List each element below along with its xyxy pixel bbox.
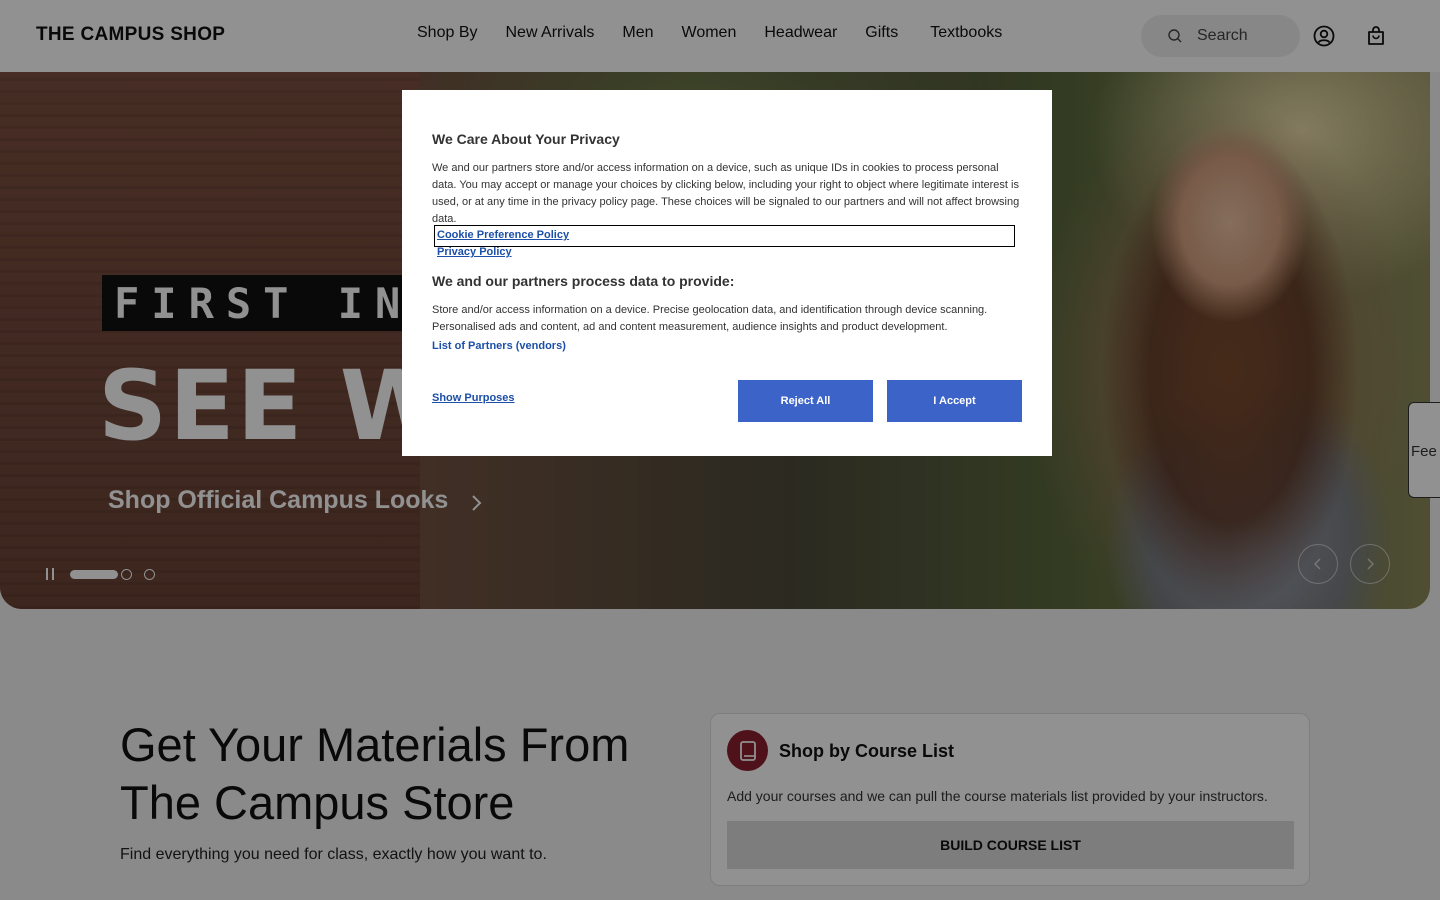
reject-all-button[interactable]: Reject All bbox=[738, 380, 873, 422]
privacy-subtitle: We and our partners process data to prov… bbox=[432, 273, 735, 289]
privacy-body: We and our partners store and/or access … bbox=[432, 162, 1020, 225]
accept-button[interactable]: I Accept bbox=[887, 380, 1022, 422]
cookie-policy-link[interactable]: Cookie Preference Policy bbox=[437, 229, 569, 241]
privacy-purposes-text: Store and/or access information on a dev… bbox=[432, 304, 988, 333]
partners-link[interactable]: List of Partners (vendors) bbox=[432, 340, 566, 352]
privacy-modal: We Care About Your Privacy We and our pa… bbox=[402, 90, 1052, 456]
privacy-title: We Care About Your Privacy bbox=[432, 131, 620, 147]
show-purposes-link[interactable]: Show Purposes bbox=[432, 392, 515, 404]
privacy-policy-link[interactable]: Privacy Policy bbox=[437, 246, 512, 258]
